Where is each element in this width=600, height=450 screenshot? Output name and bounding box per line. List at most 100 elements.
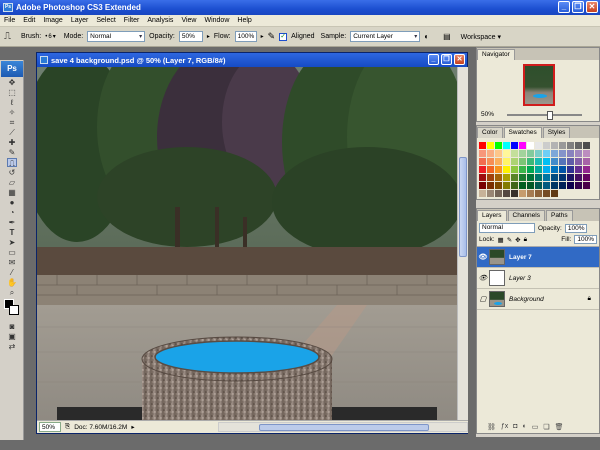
color-swatch[interactable] [527,142,534,149]
marquee-tool-icon[interactable]: ⬚ [7,88,17,97]
color-swatch[interactable] [583,158,590,165]
color-swatch[interactable] [511,166,518,173]
color-swatch[interactable] [559,166,566,173]
layer-opacity-input[interactable]: 100% [564,223,588,233]
color-swatch[interactable] [527,174,534,181]
color-swatch[interactable] [495,166,502,173]
color-swatch[interactable] [551,142,558,149]
color-swatch[interactable] [503,150,510,157]
color-swatch[interactable] [519,190,526,197]
horizontal-scroll-thumb[interactable] [259,424,429,431]
eye-icon[interactable]: 👁︎ [477,274,489,282]
color-swatch[interactable] [527,158,534,165]
color-swatch[interactable] [535,150,542,157]
slice-tool-icon[interactable]: ⟋ [7,128,17,137]
trash-icon[interactable]: 🗑︎ [555,423,564,431]
color-swatch[interactable] [551,150,558,157]
color-swatch[interactable] [527,150,534,157]
tab-styles[interactable]: Styles [542,127,571,138]
color-swatch[interactable] [479,150,486,157]
color-swatch[interactable] [575,174,582,181]
color-swatch[interactable] [551,166,558,173]
menu-filter[interactable]: Filter [124,17,140,24]
screen-mode-icon[interactable]: ▣ [7,332,17,341]
tab-paths[interactable]: Paths [545,210,573,221]
color-swatch[interactable] [559,174,566,181]
color-swatch[interactable] [503,142,510,149]
color-swatch[interactable] [495,174,502,181]
color-swatch[interactable] [487,174,494,181]
airbrush-icon[interactable]: ✎ [268,31,276,42]
color-swatch[interactable] [575,150,582,157]
color-swatch[interactable] [583,182,590,189]
lock-transparent-icon[interactable]: ▦ [498,236,504,244]
menu-layer[interactable]: Layer [71,17,89,24]
color-swatch[interactable] [543,158,550,165]
layer-row-layer-7[interactable]: 👁︎ Layer 7 [477,247,599,268]
pen-tool-icon[interactable]: ✒ [7,218,17,227]
color-swatch[interactable] [503,158,510,165]
color-swatch[interactable] [503,174,510,181]
type-tool-icon[interactable]: T [7,228,17,237]
visibility-box[interactable]: ▢ [477,295,489,303]
color-swatch[interactable] [511,174,518,181]
menu-image[interactable]: Image [43,17,62,24]
layer-row-layer-3[interactable]: 👁︎ Layer 3 [477,268,599,289]
status-menu-arrow-icon[interactable]: ▸ [131,423,134,431]
doc-minimize-button[interactable]: _ [428,54,439,65]
color-swatch[interactable] [535,158,542,165]
color-swatch[interactable] [567,166,574,173]
notes-tool-icon[interactable]: ✉ [7,258,17,267]
color-swatch[interactable] [535,142,542,149]
lock-all-icon[interactable]: 🔒︎ [524,236,527,244]
new-layer-icon[interactable]: ❏ [543,423,549,431]
edit-in-imageready-icon[interactable]: ⇄ [7,342,17,351]
gradient-tool-icon[interactable]: ▦ [7,188,17,197]
color-swatch[interactable] [487,150,494,157]
menu-file[interactable]: File [4,17,15,24]
workspace-button[interactable]: Workspace ▾ [461,33,501,41]
eye-icon[interactable]: 👁︎ [477,253,489,261]
color-swatch[interactable] [575,142,582,149]
color-swatch[interactable] [487,166,494,173]
quick-mask-icon[interactable]: ◙ [7,322,17,331]
color-swatch[interactable] [527,182,534,189]
color-swatch[interactable] [479,158,486,165]
color-swatch[interactable] [559,142,566,149]
color-swatch[interactable] [503,166,510,173]
color-swatch[interactable] [543,142,550,149]
doc-maximize-button[interactable]: ❐ [441,54,452,65]
tab-channels[interactable]: Channels [507,210,545,221]
navigator-zoom-slider[interactable] [507,111,582,120]
adjustment-layer-icon[interactable]: ◐ [523,423,527,431]
color-swatches[interactable] [0,299,23,321]
color-swatch[interactable] [559,182,566,189]
color-swatch[interactable] [543,182,550,189]
color-swatch[interactable] [511,142,518,149]
color-swatch[interactable] [519,142,526,149]
clone-stamp-tool-icon[interactable]: ⎍ [7,158,17,168]
eyedropper-tool-icon[interactable]: ⁄ [7,268,17,277]
color-swatch[interactable] [479,182,486,189]
color-swatch[interactable] [535,190,542,197]
opacity-input[interactable]: 50% [178,31,203,42]
lock-position-icon[interactable]: ✥ [515,236,520,244]
color-swatch[interactable] [495,182,502,189]
chevron-right-icon[interactable]: ▸ [207,33,210,40]
color-swatch[interactable] [495,150,502,157]
dodge-tool-icon[interactable]: ◔ [7,208,17,217]
color-swatch[interactable] [583,142,590,149]
menu-window[interactable]: Window [204,17,229,24]
tab-layers[interactable]: Layers [477,210,507,221]
color-swatch[interactable] [519,174,526,181]
close-button[interactable]: ✕ [586,1,598,13]
flow-input[interactable]: 100% [234,31,257,42]
document-title-bar[interactable]: save 4 background.psd @ 50% (Layer 7, RG… [37,53,467,67]
color-swatch[interactable] [567,174,574,181]
color-swatch[interactable] [487,182,494,189]
tab-color[interactable]: Color [477,127,503,138]
color-swatch[interactable] [495,142,502,149]
color-swatch[interactable] [559,158,566,165]
layer-style-icon[interactable]: ƒx [501,423,508,431]
color-swatch[interactable] [479,166,486,173]
